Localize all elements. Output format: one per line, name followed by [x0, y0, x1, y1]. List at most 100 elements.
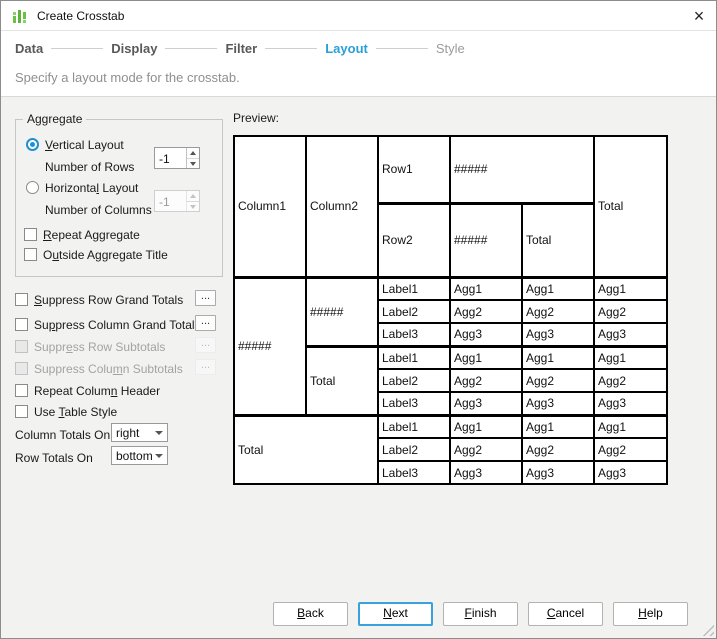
suppress-column-grand-totals-checkbox[interactable]: [15, 318, 28, 331]
spin-up-icon[interactable]: [187, 148, 199, 158]
preview-cell-label: Label3: [377, 391, 451, 416]
preview-cell-agg: Agg1: [449, 275, 523, 301]
use-table-style-option: Use Table Style: [15, 404, 227, 419]
preview-cell-agg: Agg2: [449, 437, 523, 462]
suppress-row-subtotals-checkbox: [15, 340, 28, 353]
preview-cell-agg: Agg2: [593, 437, 668, 462]
preview-cell-label: Label2: [377, 437, 451, 462]
cancel-button[interactable]: Cancel: [528, 602, 603, 626]
spin-down-icon: [187, 200, 199, 212]
preview-cell-label: Label1: [377, 413, 451, 439]
outside-aggregate-title-label: Outside Aggregate Title: [43, 247, 168, 262]
step-connector: [51, 48, 104, 49]
spin-down-icon[interactable]: [187, 157, 199, 169]
suppress-column-grand-totals-more-button[interactable]: ...: [195, 315, 216, 331]
number-of-columns-input: -1: [159, 195, 170, 209]
preview-cell-agg: Agg1: [521, 275, 595, 301]
suppress-row-subtotals-option: Suppress Row Subtotals ...: [15, 337, 227, 354]
aggregate-groupbox: Aggregate Vertical Layout Number of Rows…: [15, 112, 223, 277]
wizard-header: Data Display Filter Layout Style Specify…: [1, 31, 716, 97]
number-of-columns-row: Number of Columns: [45, 202, 152, 217]
crosstab-preview-table: Column1 Column2 Row1 ##### Total Row2 ##…: [233, 135, 668, 485]
preview-cell-agg: Agg3: [593, 391, 668, 416]
preview-cell-hash: #####: [449, 135, 595, 204]
outside-aggregate-title-option: Outside Aggregate Title: [24, 247, 168, 262]
preview-cell-hash: #####: [305, 275, 379, 347]
preview-cell-agg: Agg3: [521, 322, 595, 347]
preview-cell-agg: Agg3: [449, 391, 523, 416]
number-of-rows-input[interactable]: -1: [155, 148, 186, 168]
resize-grip[interactable]: [702, 624, 714, 636]
finish-button[interactable]: Finish: [443, 602, 518, 626]
back-button[interactable]: Back: [273, 602, 348, 626]
spinner-buttons: [186, 148, 199, 168]
preview-cell-agg: Agg1: [593, 344, 668, 370]
preview-cell-agg: Agg2: [593, 368, 668, 393]
vertical-layout-label: Vertical Layout: [45, 137, 124, 152]
preview-cell-label: Label2: [377, 299, 451, 324]
preview-cell-label: Label1: [377, 344, 451, 370]
row-totals-on-label: Row Totals On: [15, 450, 93, 465]
row-totals-on-row: Row Totals On: [15, 450, 93, 465]
repeat-column-header-checkbox[interactable]: [15, 384, 28, 397]
preview-cell-grand-total: Total: [593, 135, 668, 278]
preview-cell-agg: Agg3: [593, 460, 668, 485]
title-bar: Create Crosstab ×: [1, 1, 716, 31]
aggregate-group-title: Aggregate: [23, 112, 87, 126]
row-totals-on-value: bottom: [116, 448, 153, 463]
preview-cell-agg: Agg1: [593, 413, 668, 439]
number-of-rows-spinner: -1: [154, 147, 200, 169]
preview-cell-label: Label2: [377, 368, 451, 393]
outside-aggregate-title-checkbox[interactable]: [24, 248, 37, 261]
suppress-column-grand-totals-option: Suppress Column Grand Totals ...: [15, 315, 227, 332]
suppress-row-grand-totals-option: Suppress Row Grand Totals ...: [15, 290, 227, 307]
wizard-steps: Data Display Filter Layout Style: [15, 41, 465, 56]
preview-cell-row2: Row2: [377, 201, 451, 278]
preview-cell-agg: Agg3: [521, 460, 595, 485]
preview-cell-hash: #####: [233, 275, 307, 416]
step-layout[interactable]: Layout: [325, 41, 368, 56]
preview-cell-total: Total: [521, 201, 595, 278]
step-style[interactable]: Style: [436, 41, 465, 56]
suppress-row-grand-totals-checkbox[interactable]: [15, 293, 28, 306]
horizontal-layout-label: Horizontal Layout: [45, 180, 139, 195]
suppress-column-subtotals-checkbox: [15, 362, 28, 375]
step-filter[interactable]: Filter: [225, 41, 257, 56]
step-connector: [265, 48, 318, 49]
preview-label: Preview:: [233, 111, 280, 125]
preview-cell-agg: Agg1: [521, 344, 595, 370]
suppress-column-subtotals-more-button: ...: [195, 359, 216, 375]
step-data[interactable]: Data: [15, 41, 43, 56]
wizard-subtitle: Specify a layout mode for the crosstab.: [15, 70, 240, 85]
repeat-aggregate-checkbox[interactable]: [24, 228, 37, 241]
horizontal-layout-option: Horizontal Layout: [26, 180, 138, 195]
number-of-rows-label: Number of Rows: [45, 159, 135, 174]
repeat-aggregate-option: Repeat Aggregate: [24, 227, 140, 242]
preview-cell-agg: Agg2: [521, 437, 595, 462]
suppress-column-subtotals-option: Suppress Column Subtotals ...: [15, 359, 227, 376]
help-button[interactable]: Help: [613, 602, 688, 626]
suppress-row-grand-totals-more-button[interactable]: ...: [195, 290, 216, 306]
next-button[interactable]: Next: [358, 602, 433, 626]
chevron-down-icon: [153, 447, 167, 464]
preview-cell-agg: Agg2: [449, 299, 523, 324]
close-icon[interactable]: ×: [682, 1, 716, 30]
column-totals-on-select[interactable]: right: [111, 423, 168, 442]
preview-cell-column1: Column1: [233, 135, 307, 278]
preview-cell-label: Label3: [377, 460, 451, 485]
suppress-row-subtotals-more-button: ...: [195, 337, 216, 353]
preview-cell-agg: Agg2: [449, 368, 523, 393]
step-display[interactable]: Display: [111, 41, 157, 56]
row-totals-on-select[interactable]: bottom: [111, 446, 168, 465]
preview-cell-agg: Agg2: [593, 299, 668, 324]
number-of-columns-spinner: -1: [154, 190, 200, 212]
preview-cell-agg: Agg1: [449, 413, 523, 439]
create-crosstab-dialog: Create Crosstab × Data Display Filter La…: [0, 0, 717, 639]
number-of-rows-row: Number of Rows: [45, 159, 134, 174]
vertical-layout-radio[interactable]: [26, 138, 39, 151]
horizontal-layout-radio[interactable]: [26, 181, 39, 194]
preview-cell-label: Label1: [377, 275, 451, 301]
preview-cell-agg: Agg2: [521, 299, 595, 324]
use-table-style-checkbox[interactable]: [15, 405, 28, 418]
vertical-layout-option: Vertical Layout: [26, 137, 124, 152]
